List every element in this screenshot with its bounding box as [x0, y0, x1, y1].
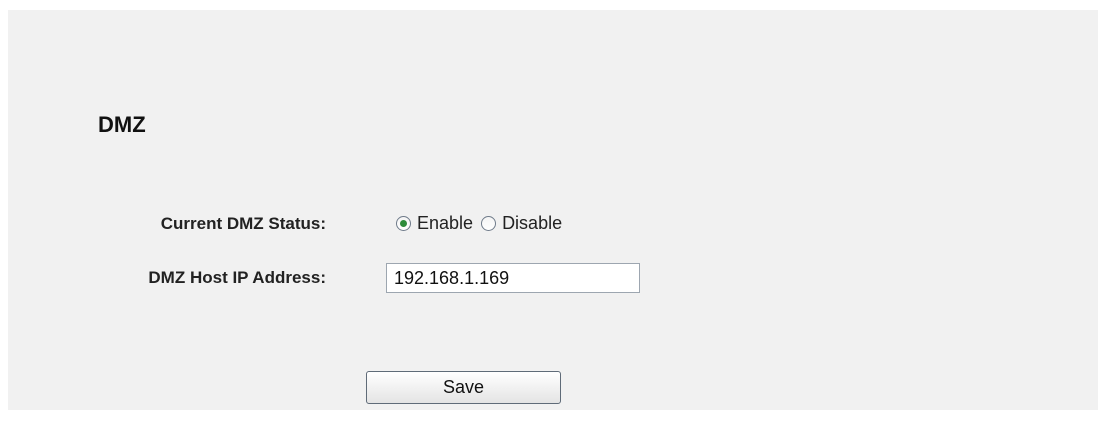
dmz-status-radio-group: Enable Disable: [396, 213, 570, 234]
dmz-status-label: Current DMZ Status:: [160, 214, 326, 233]
page-title: DMZ: [98, 112, 146, 137]
disable-radio[interactable]: [481, 216, 497, 231]
dmz-host-ip-input[interactable]: [386, 263, 640, 293]
enable-radio-label[interactable]: Enable: [417, 213, 473, 234]
settings-panel: DMZ Current DMZ Status: Enable Disable D…: [8, 10, 1098, 410]
disable-radio-label[interactable]: Disable: [502, 213, 562, 234]
dmz-host-ip-label: DMZ Host IP Address:: [148, 268, 326, 287]
enable-radio[interactable]: [396, 216, 411, 231]
radio-selected-dot: [400, 220, 407, 227]
save-button[interactable]: Save: [366, 371, 561, 404]
